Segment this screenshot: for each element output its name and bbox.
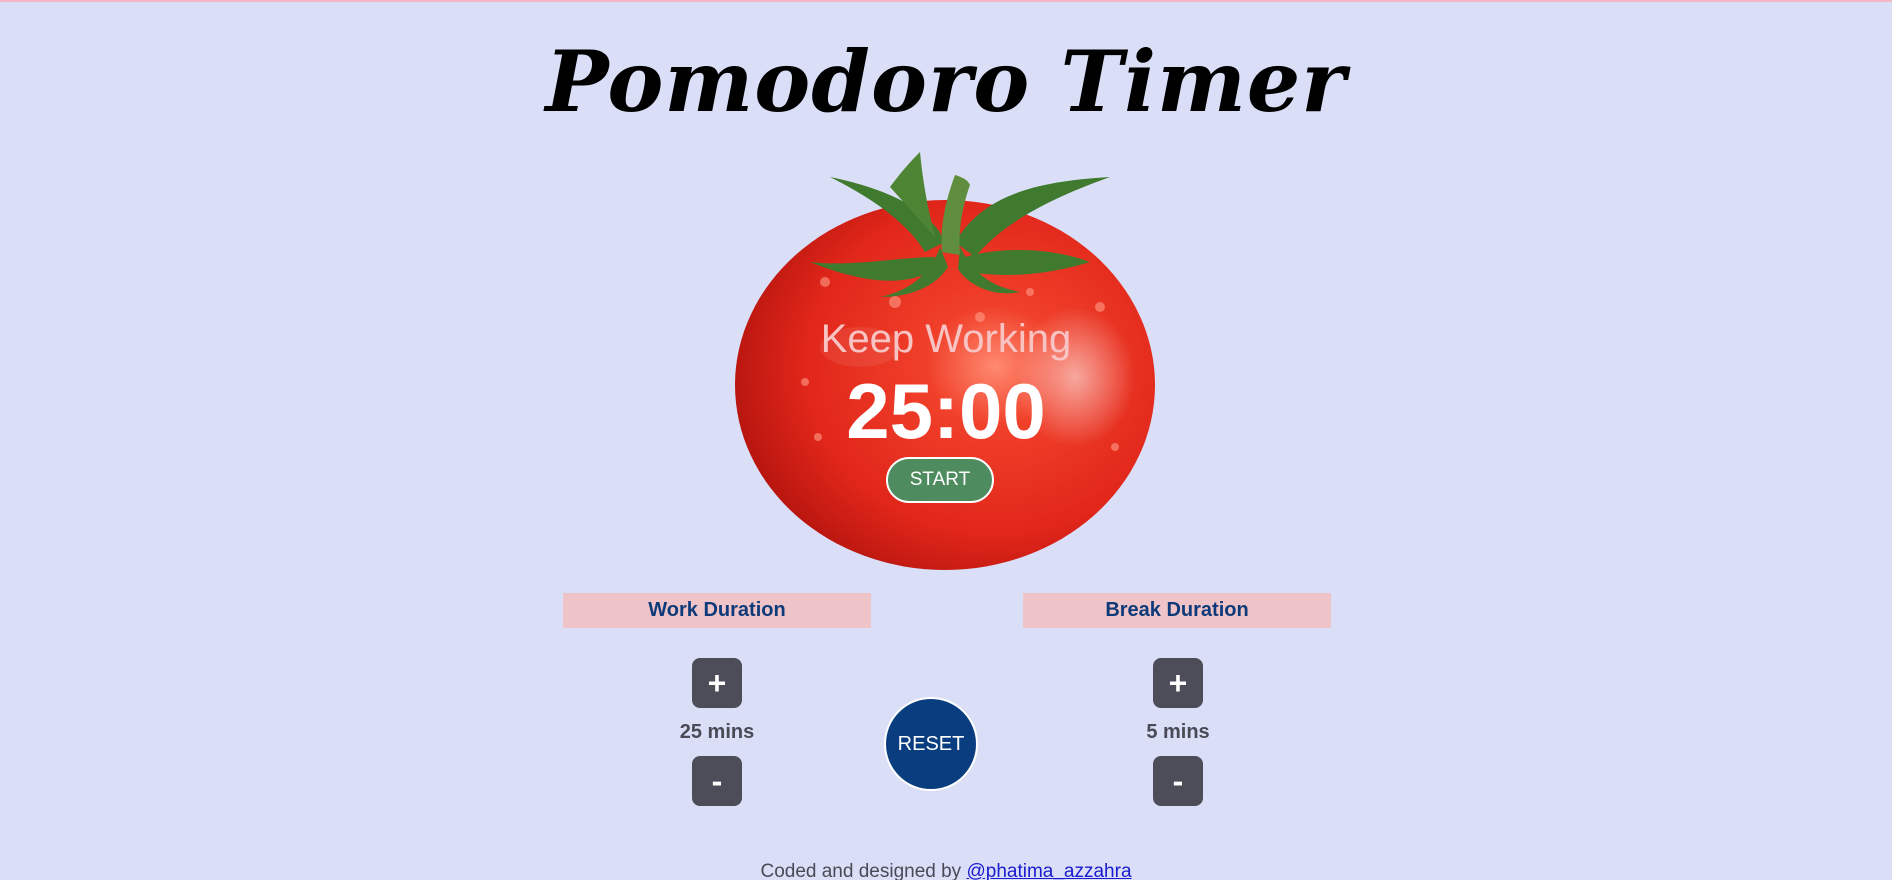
tomato-icon	[730, 147, 1170, 577]
break-duration-label: Break Duration	[1023, 593, 1331, 628]
timer-display: 25:00	[846, 367, 1046, 455]
start-button[interactable]: START	[886, 457, 994, 503]
break-decrease-button[interactable]: -	[1153, 756, 1203, 806]
footer-text: Coded and designed by	[760, 861, 962, 880]
work-decrease-button[interactable]: -	[692, 756, 742, 806]
break-increase-button[interactable]: +	[1153, 658, 1203, 708]
work-duration-value: 25 mins	[679, 721, 755, 743]
author-link[interactable]: @phatima_azzahra	[966, 861, 1131, 880]
work-duration-label: Work Duration	[563, 593, 871, 628]
page-title: Pomodoro Timer	[545, 32, 1347, 131]
pomodoro-page: Pomodoro Timer Keep Working 25:00 START …	[0, 0, 1892, 880]
footer: Coded and designed by @phatima_azzahra	[0, 861, 1892, 880]
status-text: Keep Working	[820, 317, 1072, 361]
break-duration-value: 5 mins	[1146, 721, 1210, 743]
reset-button[interactable]: RESET	[884, 697, 978, 791]
work-increase-button[interactable]: +	[692, 658, 742, 708]
